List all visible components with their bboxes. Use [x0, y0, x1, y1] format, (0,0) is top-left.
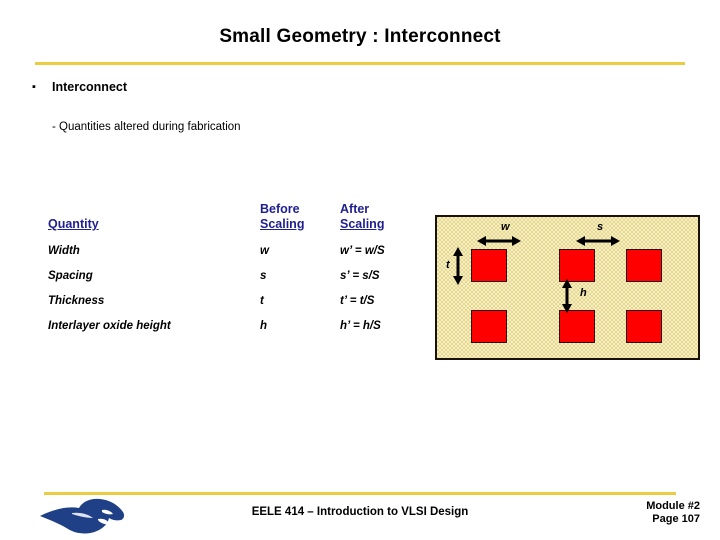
cell-quantity: Spacing — [48, 270, 93, 282]
table-header-row: Quantity Before Scaling After Scaling — [48, 198, 428, 238]
column-header-quantity: Quantity — [48, 217, 99, 231]
cell-quantity: Interlayer oxide height — [48, 320, 171, 332]
wire-segment — [626, 310, 662, 343]
cell-before: h — [260, 320, 268, 332]
footer-divider — [44, 492, 676, 495]
cell-before: s — [260, 270, 267, 282]
thickness-arrow-icon — [453, 247, 463, 285]
wire-segment — [626, 249, 662, 282]
table-body: Width w w’ = w/S Spacing s s’ = s/S Thic… — [48, 244, 428, 344]
title-divider — [35, 62, 685, 65]
cell-after: t’ = t/S — [340, 295, 375, 307]
wire-segment — [559, 310, 595, 343]
table-row: Thickness t t’ = t/S — [48, 294, 428, 319]
cell-before: t — [260, 295, 264, 307]
table-row: Spacing s s’ = s/S — [48, 269, 428, 294]
bullet-marker-icon: ▪ — [32, 81, 36, 93]
slide: Small Geometry : Interconnect ▪ Intercon… — [0, 0, 720, 540]
cell-quantity: Thickness — [48, 295, 105, 307]
cell-after: h’ = h/S — [340, 320, 381, 332]
footer-page-label: Page 107 — [652, 513, 700, 525]
cell-after: s’ = s/S — [340, 270, 380, 282]
label-oxide-height: h — [580, 287, 587, 299]
width-arrow-icon — [477, 236, 521, 246]
footer-module-label: Module #2 — [646, 500, 700, 512]
spacing-arrow-icon — [576, 236, 620, 246]
page-title: Small Geometry : Interconnect — [219, 26, 501, 47]
label-thickness: t — [446, 259, 450, 271]
footer-course-label: EELE 414 – Introduction to VLSI Design — [251, 506, 469, 518]
cell-after: w’ = w/S — [340, 245, 385, 257]
cell-before: w — [260, 245, 269, 257]
column-header-before-scaling: Before Scaling — [260, 202, 305, 231]
table-row: Width w w’ = w/S — [48, 244, 428, 269]
label-width: w — [501, 221, 510, 233]
table-row: Interlayer oxide height h h’ = h/S — [48, 319, 428, 344]
interconnect-cross-section-diagram: w s t h — [435, 215, 700, 360]
scaling-table: Quantity Before Scaling After Scaling Wi… — [48, 198, 428, 344]
sub-bullet-label: - Quantities altered during fabrication — [52, 121, 241, 133]
cell-quantity: Width — [48, 245, 80, 257]
label-spacing: s — [597, 221, 604, 233]
oxide-height-arrow-icon — [562, 279, 572, 313]
footer-module-page: Module #2 Page 107 — [646, 500, 700, 526]
bobcat-logo-icon — [40, 498, 125, 534]
wire-segment — [559, 249, 595, 282]
bullet-item: ▪ Interconnect — [16, 78, 416, 96]
wire-segment — [471, 249, 507, 282]
bullet-label: Interconnect — [52, 80, 128, 94]
column-header-after-scaling: After Scaling — [340, 202, 385, 231]
wire-segment — [471, 310, 507, 343]
